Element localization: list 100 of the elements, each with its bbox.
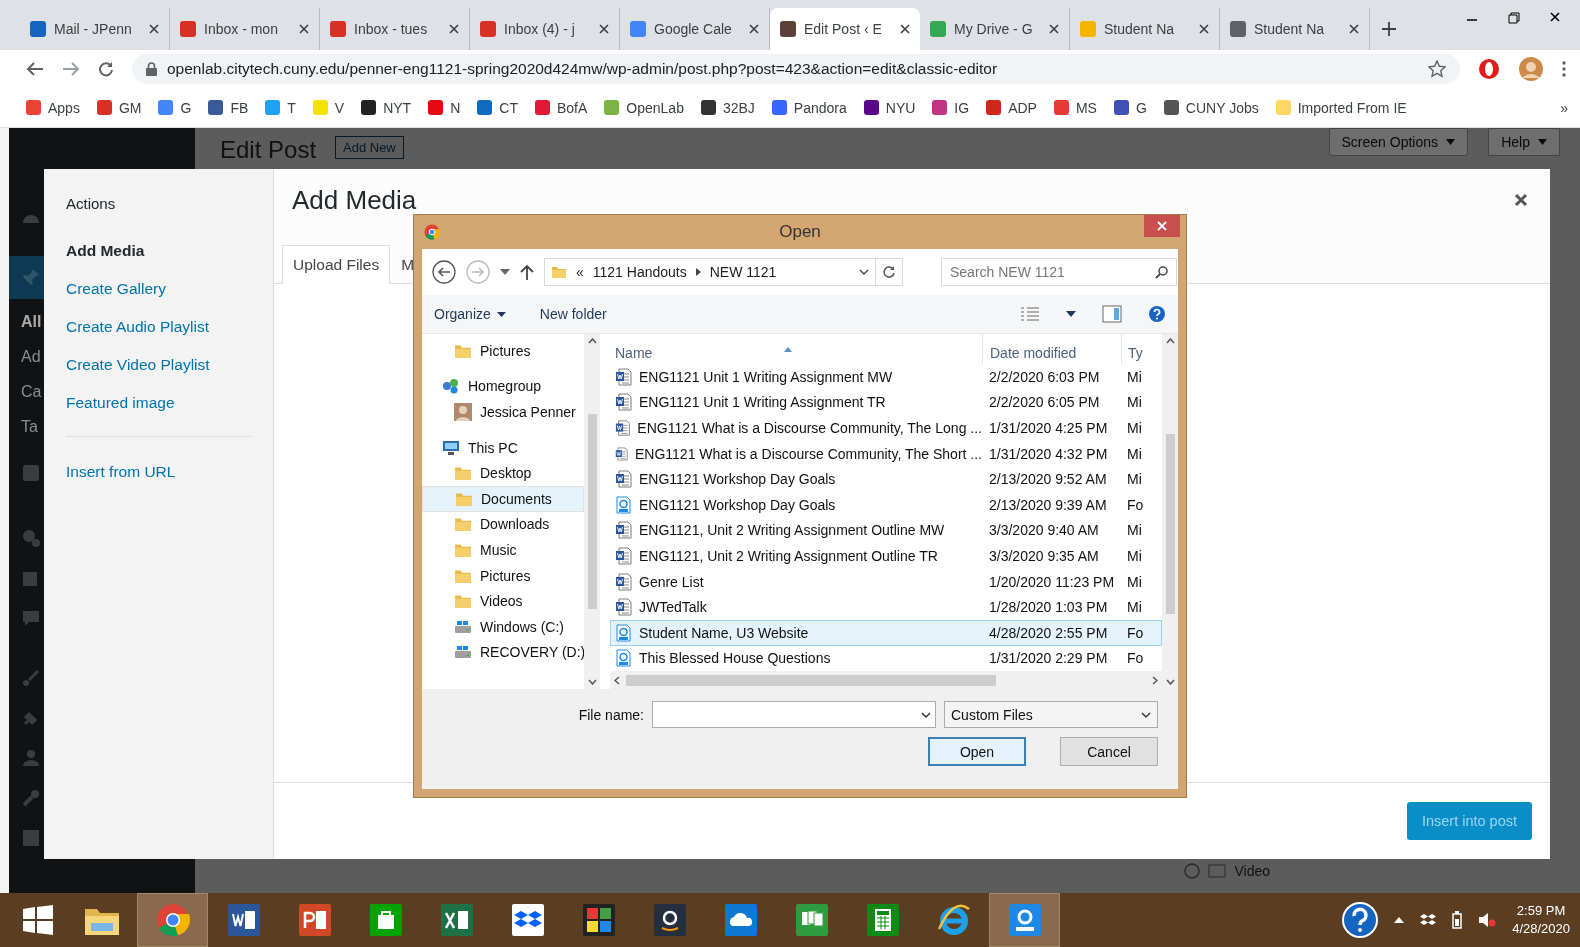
navigation-item[interactable]: Windows (C:) — [422, 613, 584, 640]
close-tab-icon[interactable] — [1049, 24, 1059, 34]
file-row[interactable]: ENG1121 What is a Discourse Community, The Long ... 1/31/2020 4:25 PM Mi — [610, 415, 1162, 441]
close-button[interactable] — [1144, 215, 1180, 237]
admin-menu-item[interactable]: Ca — [21, 383, 42, 401]
file-row[interactable]: ENG1121, Unit 2 Writing Assignment Outline TR 3/3/2020 9:35 AM Mi — [610, 543, 1162, 569]
browser-logo-icon[interactable] — [155, 903, 190, 937]
navigation-item[interactable]: Documents — [422, 485, 584, 512]
reload-icon[interactable] — [98, 61, 114, 77]
restore-icon[interactable] — [1508, 12, 1520, 24]
horizontal-scrollbar[interactable] — [610, 671, 1162, 689]
bookmark-link[interactable]: CUNY Jobs — [1163, 99, 1259, 116]
close-tab-icon[interactable] — [149, 24, 159, 34]
file-row[interactable]: ENG1121 Workshop Day Goals 2/13/2020 9:52 AM Mi — [610, 466, 1162, 492]
navigation-item[interactable]: RECOVERY (D:) — [422, 639, 584, 666]
bookmark-link[interactable]: N — [428, 99, 461, 116]
profile-avatar-icon[interactable] — [1518, 56, 1544, 82]
navigation-item[interactable]: Homegroup — [422, 373, 584, 400]
back-icon[interactable] — [26, 61, 44, 77]
bookmark-link[interactable]: Pandora — [771, 99, 847, 116]
bookmark-link[interactable]: BofA — [534, 99, 588, 116]
clock-date[interactable]: 4/28/2020 — [1512, 920, 1570, 938]
cancel-button[interactable]: Cancel — [1060, 737, 1158, 766]
modal-menu-item[interactable]: Insert from URL — [66, 453, 251, 491]
close-tab-icon[interactable] — [749, 24, 759, 34]
preview-pane-icon[interactable] — [1102, 305, 1122, 323]
bookmark-link[interactable]: ADP — [986, 99, 1037, 116]
help-icon[interactable] — [1342, 902, 1379, 938]
bookmark-link[interactable]: FB — [208, 99, 249, 116]
battery-icon[interactable] — [1452, 911, 1463, 929]
close-tab-icon[interactable] — [1199, 24, 1209, 34]
close-tab-icon[interactable] — [299, 24, 309, 34]
file-type-dropdown[interactable]: Custom Files — [944, 701, 1158, 728]
scroll-up-icon[interactable] — [1165, 338, 1175, 344]
dropdown-arrow-icon[interactable] — [1066, 311, 1076, 317]
file-row[interactable]: Genre List 1/20/2020 11:23 PM Mi — [610, 568, 1162, 595]
chevron-up-icon[interactable] — [1394, 917, 1405, 923]
dropdown-arrow-icon[interactable] — [500, 269, 510, 275]
column-header[interactable]: Name — [610, 345, 982, 364]
navigation-item[interactable]: Videos — [422, 588, 584, 614]
column-header[interactable]: Date modified — [982, 334, 1121, 364]
modal-menu-item[interactable]: Create Video Playlist — [66, 346, 251, 384]
file-row[interactable]: This Blessed House Questions 1/31/2020 2:29 PM Fo — [610, 645, 1162, 672]
app-tile-icon[interactable] — [865, 903, 900, 937]
close-window-icon[interactable] — [1550, 12, 1560, 22]
chevron-right-icon[interactable] — [695, 268, 701, 276]
app-tile-icon[interactable] — [226, 903, 261, 937]
muted-speaker-icon[interactable] — [1478, 912, 1497, 928]
new-tab-icon[interactable] — [1382, 22, 1396, 36]
navigation-item[interactable]: Downloads — [422, 511, 584, 538]
address-bar[interactable]: openlab.citytech.cuny.edu/penner-eng1121-spring2020d424mw/wp-admin/post.php?post=423&action=edit&classic-editor — [132, 54, 1460, 84]
path-bar[interactable]: « 1121 Handouts NEW 1121 — [544, 258, 876, 286]
modal-menu-item[interactable]: Add Media — [66, 232, 251, 270]
path-segment[interactable]: 1121 Handouts — [592, 264, 687, 280]
menu-icon[interactable] — [1562, 61, 1566, 77]
star-icon[interactable] — [1428, 60, 1446, 78]
scroll-left-icon[interactable] — [614, 675, 620, 685]
close-tab-icon[interactable] — [1349, 24, 1359, 34]
bookmark-link[interactable]: OpenLab — [604, 99, 684, 116]
app-tile-icon[interactable] — [510, 903, 545, 937]
close-tab-icon[interactable] — [449, 24, 459, 34]
bookmark-link[interactable]: MS — [1053, 99, 1097, 116]
navigation-item[interactable]: Jessica Penner — [422, 399, 584, 425]
organize-menu[interactable]: Organize — [434, 306, 506, 322]
radio-icon[interactable] — [1184, 863, 1201, 879]
bookmark-link[interactable]: Imported From IE — [1275, 99, 1407, 116]
file-name-field[interactable] — [652, 701, 936, 728]
path-overflow[interactable]: « — [576, 264, 584, 280]
bookmark-link[interactable]: CT — [477, 99, 518, 116]
scroll-down-icon[interactable] — [587, 679, 597, 685]
app-tile-icon[interactable] — [439, 903, 474, 937]
close-icon[interactable] — [1514, 193, 1528, 207]
file-row[interactable]: Student Name, U3 Website 4/28/2020 2:55 PM Fo — [610, 619, 1162, 646]
screen-options-button[interactable]: Screen Options — [1328, 128, 1468, 156]
app-tile-icon[interactable] — [581, 903, 616, 937]
file-row[interactable]: ENG1121 What is a Discourse Community, The Short ... 1/31/2020 4:32 PM Mi — [610, 440, 1162, 467]
scrollbar[interactable] — [1162, 334, 1178, 689]
file-row[interactable]: ENG1121, Unit 2 Writing Assignment Outline MW 3/3/2020 9:40 AM Mi — [610, 517, 1162, 544]
app-tile-icon[interactable] — [1007, 903, 1042, 937]
back-icon[interactable] — [432, 260, 456, 284]
navigation-item[interactable]: Desktop — [422, 460, 584, 486]
modal-menu-item[interactable]: Create Gallery — [66, 270, 251, 308]
bookmark-link[interactable]: 32BJ — [700, 99, 755, 116]
admin-menu-item[interactable]: Ad — [21, 348, 41, 366]
chevron-down-icon[interactable] — [859, 269, 869, 275]
app-tile-icon[interactable] — [368, 903, 403, 937]
file-row[interactable]: JWTedTalk 1/28/2020 1:03 PM Mi — [610, 594, 1162, 620]
bookmark-link[interactable]: NYU — [863, 99, 916, 116]
refresh-button[interactable] — [875, 258, 903, 286]
windows-logo-icon[interactable] — [23, 905, 53, 935]
taskbar-button[interactable] — [989, 893, 1060, 947]
path-segment[interactable]: NEW 1121 — [709, 264, 777, 280]
dropbox-tray-icon[interactable] — [1420, 913, 1437, 927]
close-tab-icon[interactable] — [900, 24, 910, 34]
scroll-up-icon[interactable] — [587, 338, 597, 344]
bookmark-link[interactable]: Apps — [26, 99, 80, 116]
admin-menu-item[interactable]: Ta — [21, 418, 38, 436]
bookmark-link[interactable]: T — [265, 99, 296, 116]
navigation-item[interactable]: This PC — [422, 434, 584, 461]
navigation-item[interactable]: Music — [422, 537, 584, 563]
